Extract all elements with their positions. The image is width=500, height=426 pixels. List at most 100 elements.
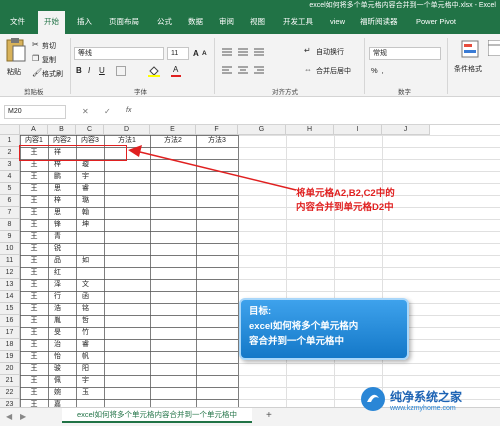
table-cell[interactable]: 治	[48, 340, 76, 351]
table-cell[interactable]	[104, 184, 150, 195]
tab-developer[interactable]: 开发工具	[283, 11, 313, 34]
row-header[interactable]: 10	[0, 243, 20, 255]
table-cell[interactable]: 鹏	[48, 172, 76, 183]
table-cell[interactable]: 翰	[76, 208, 104, 219]
row-header[interactable]: 2	[0, 147, 20, 159]
table-cell[interactable]	[196, 160, 238, 171]
table-cell[interactable]: 锐	[48, 244, 76, 255]
row-header[interactable]: 11	[0, 255, 20, 267]
number-format-buttons[interactable]: %,	[371, 66, 388, 75]
row-header[interactable]: 16	[0, 315, 20, 327]
format-painter-button[interactable]: 🖌 格式刷	[32, 68, 66, 79]
underline-button[interactable]: U	[99, 66, 105, 75]
table-cell[interactable]	[76, 232, 104, 243]
table-cell[interactable]	[150, 280, 196, 291]
table-cell[interactable]: 王	[20, 304, 48, 315]
table-cell[interactable]	[196, 244, 238, 255]
row-header[interactable]: 4	[0, 171, 20, 183]
row-header[interactable]: 18	[0, 339, 20, 351]
row-header[interactable]: 20	[0, 363, 20, 375]
row-header[interactable]: 1	[0, 135, 20, 147]
italic-button[interactable]: I	[88, 66, 90, 75]
table-cell[interactable]: 王	[20, 184, 48, 195]
table-cell[interactable]	[150, 388, 196, 399]
table-cell[interactable]	[150, 292, 196, 303]
table-cell[interactable]	[150, 172, 196, 183]
table-cell[interactable]	[104, 196, 150, 207]
table-cell[interactable]: 怡	[48, 352, 76, 363]
table-cell[interactable]: 璇	[76, 160, 104, 171]
table-cell[interactable]	[104, 160, 150, 171]
insert-function-button[interactable]: fx	[126, 107, 131, 114]
table-cell[interactable]: 方法3	[196, 136, 238, 147]
sheet-tab-active[interactable]: excel如何将多个单元格内容合并到一个单元格中	[62, 408, 252, 423]
row-header[interactable]: 21	[0, 375, 20, 387]
table-cell[interactable]: 王	[20, 352, 48, 363]
merge-center-button[interactable]: ⇔ 合并后居中	[304, 65, 362, 77]
tab-power-pivot[interactable]: Power Pivot	[416, 11, 456, 34]
table-cell[interactable]	[150, 160, 196, 171]
paste-button[interactable]: 粘贴	[4, 37, 28, 81]
table-cell[interactable]: 王	[20, 328, 48, 339]
table-cell[interactable]: 方法2	[150, 136, 196, 147]
tab-foxit-reader[interactable]: 福昕阅读器	[360, 11, 398, 34]
row-header[interactable]: 3	[0, 159, 20, 171]
add-sheet-button[interactable]: +	[266, 411, 272, 421]
table-cell[interactable]	[104, 256, 150, 267]
table-cell[interactable]: 阳	[76, 364, 104, 375]
table-cell[interactable]	[150, 340, 196, 351]
row-header[interactable]: 17	[0, 327, 20, 339]
table-cell[interactable]	[196, 232, 238, 243]
table-cell[interactable]: 王	[20, 316, 48, 327]
formula-input[interactable]	[145, 105, 497, 119]
font-size-select[interactable]: 11	[167, 47, 189, 60]
table-cell[interactable]: 胤	[48, 316, 76, 327]
table-cell[interactable]: 王	[20, 292, 48, 303]
table-cell[interactable]: 品	[48, 256, 76, 267]
table-cell[interactable]: 梓	[48, 160, 76, 171]
table-cell[interactable]: 宇	[76, 376, 104, 387]
table-cell[interactable]	[104, 268, 150, 279]
table-cell[interactable]: 王	[20, 376, 48, 387]
table-cell[interactable]	[196, 196, 238, 207]
table-cell[interactable]	[104, 304, 150, 315]
grow-font-button[interactable]: A	[193, 49, 199, 58]
table-cell[interactable]: 睿	[76, 340, 104, 351]
table-cell[interactable]: 王	[20, 220, 48, 231]
table-cell[interactable]: 王	[20, 172, 48, 183]
table-cell[interactable]	[76, 244, 104, 255]
table-cell[interactable]: 浩	[48, 304, 76, 315]
table-cell[interactable]: 王	[20, 256, 48, 267]
tab-page-layout[interactable]: 页面布局	[109, 11, 139, 34]
table-cell[interactable]: 璐	[76, 196, 104, 207]
table-cell[interactable]: 王	[20, 232, 48, 243]
table-cell[interactable]: 王	[20, 388, 48, 399]
tab-insert[interactable]: 插入	[77, 11, 92, 34]
table-cell[interactable]: 王	[20, 280, 48, 291]
conditional-format-button[interactable]: 条件格式	[452, 38, 488, 82]
table-cell[interactable]	[196, 208, 238, 219]
name-box[interactable]: M20	[4, 105, 66, 119]
table-cell[interactable]: 竹	[76, 328, 104, 339]
enter-icon[interactable]: ✓	[104, 107, 111, 117]
copy-button[interactable]: ❐ 复制	[32, 54, 62, 65]
table-cell[interactable]: 王	[20, 160, 48, 171]
table-cell[interactable]	[150, 376, 196, 387]
table-cell[interactable]: 梓	[48, 196, 76, 207]
table-cell[interactable]	[196, 292, 238, 303]
table-cell[interactable]	[104, 244, 150, 255]
row-header[interactable]: 8	[0, 219, 20, 231]
table-cell[interactable]	[196, 220, 238, 231]
bold-button[interactable]: B	[76, 66, 82, 75]
table-cell[interactable]: 帆	[76, 352, 104, 363]
table-cell[interactable]: 泽	[48, 280, 76, 291]
table-cell[interactable]	[104, 340, 150, 351]
row-header[interactable]: 5	[0, 183, 20, 195]
table-cell[interactable]	[150, 220, 196, 231]
shrink-font-button[interactable]: A	[202, 50, 207, 57]
table-cell[interactable]: 睿	[76, 184, 104, 195]
table-cell[interactable]	[150, 328, 196, 339]
table-cell[interactable]: 锋	[48, 220, 76, 231]
table-cell[interactable]	[104, 376, 150, 387]
row-header[interactable]: 14	[0, 291, 20, 303]
